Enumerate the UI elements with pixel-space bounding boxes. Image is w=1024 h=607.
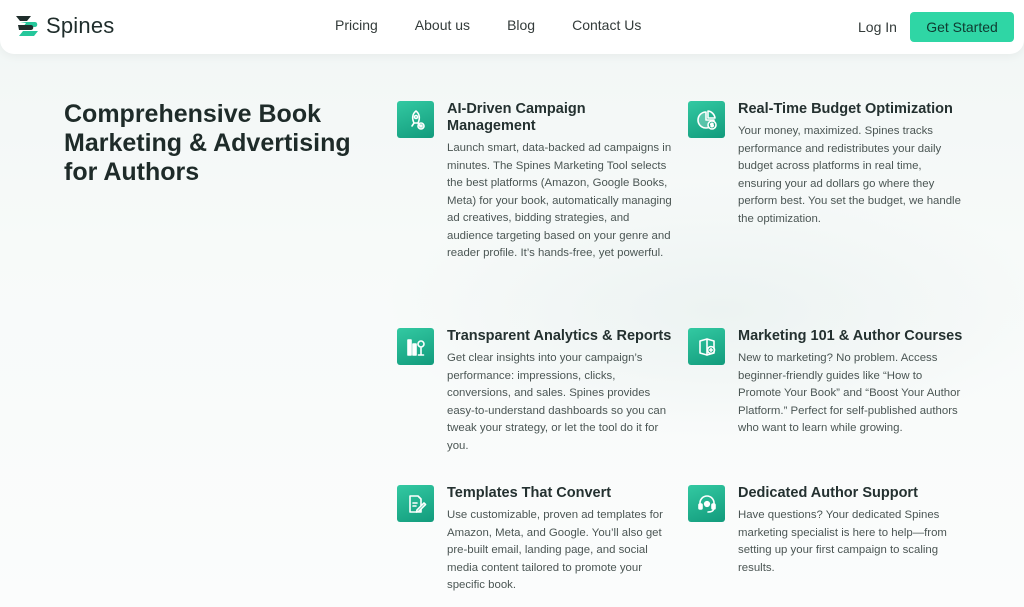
nav-pricing[interactable]: Pricing [335, 17, 378, 33]
spines-logo-icon [16, 16, 38, 36]
main-nav: Pricing About us Blog Contact Us [335, 17, 678, 33]
feature-title: Marketing 101 & Author Courses [738, 328, 963, 344]
feature-title: Transparent Analytics & Reports [447, 328, 672, 344]
site-header: Spines Pricing About us Blog Contact Us … [0, 0, 1024, 54]
nav-blog[interactable]: Blog [507, 17, 535, 33]
feature-description: Your money, maximized. Spines tracks per… [738, 125, 961, 225]
analytics-bars-icon [397, 328, 434, 365]
feature-title: Templates That Convert [447, 485, 612, 501]
feature-description: New to marketing? No problem. Access beg… [738, 352, 961, 434]
feature-description: Use customizable, proven ad templates fo… [447, 509, 663, 591]
brand-name: Spines [46, 13, 115, 38]
brand-logo[interactable]: Spines [14, 13, 114, 39]
feature-title: AI-Driven Campaign Management [447, 101, 586, 134]
rocket-gear-icon [397, 101, 434, 138]
feature-description: Launch smart, data-backed ad campaigns i… [447, 142, 672, 259]
login-link[interactable]: Log In [858, 19, 897, 35]
feature-description: Have questions? Your dedicated Spines ma… [738, 509, 947, 574]
pie-chart-dollar-icon [688, 101, 725, 138]
headset-support-icon [688, 485, 725, 522]
get-started-button[interactable]: Get Started [910, 12, 1014, 42]
nav-about-us[interactable]: About us [415, 17, 470, 33]
course-book-icon [688, 328, 725, 365]
feature-title: Dedicated Author Support [738, 485, 918, 501]
page-title: Comprehensive Book Marketing & Advertisi… [64, 100, 351, 186]
template-edit-icon [397, 485, 434, 522]
feature-description: Get clear insights into your campaign’s … [447, 352, 667, 452]
nav-contact-us[interactable]: Contact Us [572, 17, 641, 33]
feature-title: Real-Time Budget Optimization [738, 101, 953, 117]
